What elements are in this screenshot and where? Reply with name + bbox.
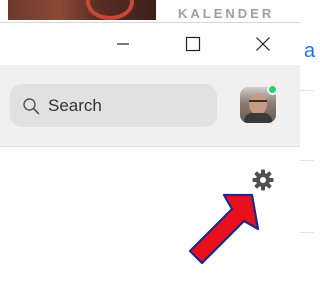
- title-bar: [0, 23, 300, 65]
- search-placeholder: Search: [48, 95, 102, 115]
- divider: [300, 90, 314, 91]
- main-content: [0, 147, 300, 285]
- maximize-icon: [185, 36, 201, 52]
- search-icon: [23, 97, 40, 114]
- background-app: KALENDER: [0, 0, 314, 22]
- minimize-button[interactable]: [100, 23, 146, 65]
- avatar-glasses: [249, 100, 267, 104]
- background-image: [8, 0, 156, 20]
- divider: [300, 232, 314, 233]
- avatar-face: [249, 93, 267, 115]
- search-input[interactable]: Search: [10, 84, 217, 127]
- background-header-text: KALENDER: [178, 6, 275, 21]
- app-window: Search: [0, 22, 300, 285]
- toolbar: Search: [0, 65, 300, 147]
- partial-link-text: a: [304, 40, 316, 62]
- minimize-icon: [117, 43, 129, 45]
- avatar-shirt: [244, 113, 272, 123]
- close-button[interactable]: [240, 23, 286, 65]
- divider: [300, 160, 314, 161]
- background-image-ring: [86, 0, 134, 20]
- background-app-edge: a: [300, 22, 316, 284]
- maximize-button[interactable]: [170, 23, 216, 65]
- close-icon: [256, 37, 270, 51]
- online-status-badge: [267, 84, 278, 95]
- annotation-arrow: [188, 193, 260, 265]
